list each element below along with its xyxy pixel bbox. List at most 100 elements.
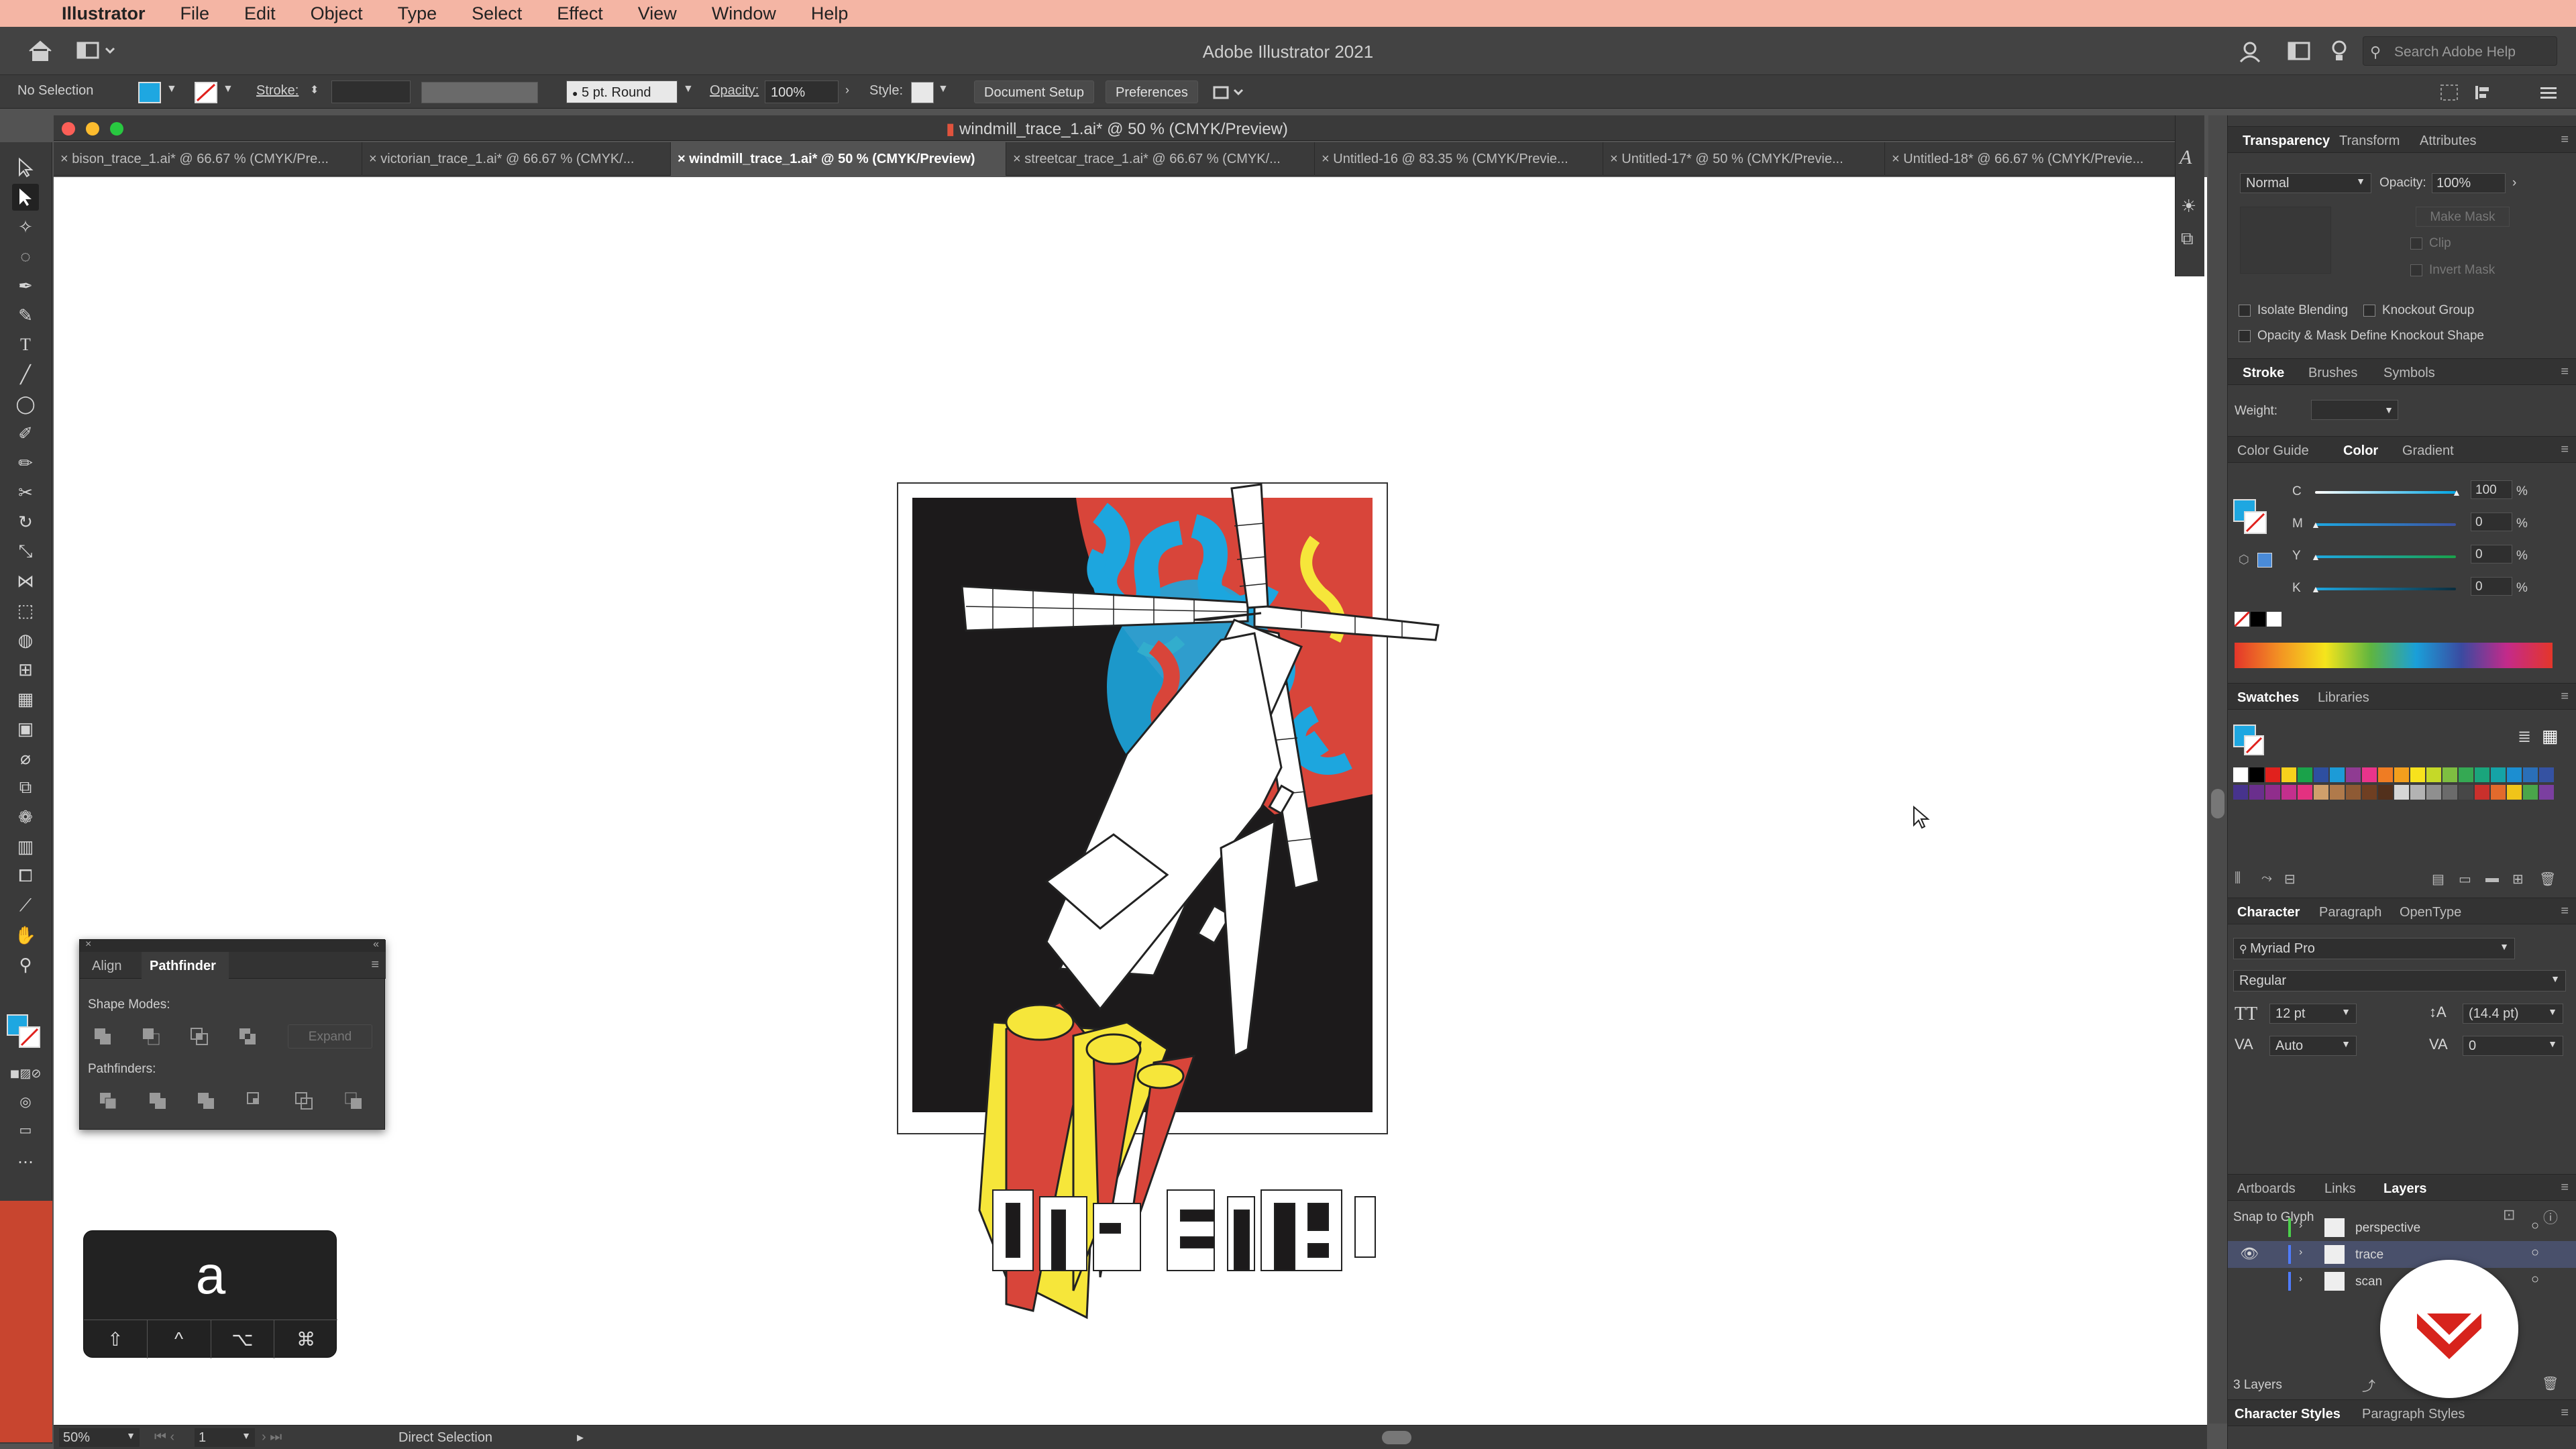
opacity-label[interactable]: Opacity: <box>710 83 759 99</box>
tab-character[interactable]: Character <box>2237 905 2300 920</box>
horizontal-scroll-thumb[interactable] <box>1382 1431 1411 1444</box>
type-tool-icon[interactable]: T <box>12 331 39 358</box>
color-menu-icon[interactable]: ≡ <box>2561 442 2569 458</box>
edit-toolbar-icon[interactable]: ⋯ <box>12 1148 39 1175</box>
layers-menu-icon[interactable]: ≡ <box>2561 1180 2569 1195</box>
menu-type[interactable]: Type <box>398 3 437 24</box>
stroke-menu-icon[interactable]: ≡ <box>2561 364 2569 380</box>
artboard-tool-icon[interactable]: ⧠ <box>12 863 39 890</box>
tracking-field[interactable]: 0 ▼ <box>2463 1036 2563 1056</box>
divide-icon[interactable] <box>99 1091 119 1112</box>
layer-expand-icon[interactable]: › <box>2299 1220 2302 1232</box>
color-swatch[interactable] <box>2346 767 2361 782</box>
styles-menu-icon[interactable]: ≡ <box>2561 1405 2569 1421</box>
knockout-group-checkbox[interactable] <box>2363 305 2375 317</box>
menu-view[interactable]: View <box>638 3 677 24</box>
opacity-flyout-icon[interactable]: › <box>2512 176 2516 191</box>
brush-dropdown-icon[interactable]: ▼ <box>683 83 694 95</box>
hand-tool-icon[interactable]: ✋ <box>12 922 39 949</box>
color-swatch[interactable] <box>2362 767 2377 782</box>
font-size-field[interactable]: 12 pt ▼ <box>2269 1004 2357 1024</box>
swatch-options-icon[interactable]: ▤ <box>2432 871 2445 888</box>
delete-layer-icon[interactable]: 🗑 <box>2542 1375 2559 1392</box>
vertical-scroll-thumb[interactable] <box>2211 789 2224 818</box>
character-panel-icon[interactable]: A <box>2180 146 2192 169</box>
color-swatch[interactable] <box>2539 767 2554 782</box>
opacity-arrow-icon[interactable]: › <box>845 83 849 97</box>
color-swatch[interactable] <box>2410 785 2425 800</box>
tab-untitled-17[interactable]: × Untitled-17* @ 50 % (CMYK/Previe... <box>1603 142 1885 176</box>
color-swatch[interactable] <box>2249 785 2264 800</box>
tab-close-icon[interactable]: × <box>1610 152 1621 166</box>
menu-app-name[interactable]: Illustrator <box>62 3 146 24</box>
zoom-level-field[interactable]: 50% ▼ <box>59 1428 140 1447</box>
layer-visibility-eye-icon[interactable]: 👁 <box>2240 1245 2259 1263</box>
color-swatch[interactable] <box>2426 785 2441 800</box>
tab-close-icon[interactable]: × <box>678 152 689 166</box>
tab-close-icon[interactable]: × <box>1322 152 1333 166</box>
color-swatch[interactable] <box>2507 767 2522 782</box>
black-value-field[interactable]: 0 <box>2471 577 2512 596</box>
fill-dropdown-icon[interactable]: ▼ <box>166 83 177 95</box>
yellow-value-field[interactable]: 0 <box>2471 545 2512 564</box>
toolbar-stroke-swatch[interactable] <box>19 1026 40 1048</box>
menu-effect[interactable]: Effect <box>557 3 603 24</box>
menu-edit[interactable]: Edit <box>244 3 276 24</box>
cyan-value-field[interactable]: 100 <box>2471 480 2512 499</box>
color-swatch[interactable] <box>2233 767 2248 782</box>
selection-tool-icon[interactable] <box>12 154 39 181</box>
color-swatch[interactable] <box>2443 767 2457 782</box>
tab-color[interactable]: Color <box>2343 443 2378 459</box>
out-of-gamut-icon[interactable]: ⬡ <box>2239 553 2249 567</box>
white-color-swatch[interactable] <box>2267 612 2282 627</box>
tab-windmill[interactable]: × windmill_trace_1.ai* @ 50 % (CMYK/Prev… <box>671 142 1006 176</box>
lightbulb-icon[interactable] <box>2329 39 2349 63</box>
paintbrush-tool-icon[interactable]: ✐ <box>12 420 39 447</box>
color-swatch[interactable] <box>2475 785 2489 800</box>
menu-help[interactable]: Help <box>811 3 849 24</box>
swatch-kind-icon[interactable]: ⊟ <box>2284 871 2296 888</box>
arrange-documents-icon[interactable] <box>2288 40 2310 62</box>
brush-definition-field[interactable]: ● 5 pt. Round <box>566 80 678 103</box>
free-transform-tool-icon[interactable]: ⬚ <box>12 597 39 624</box>
transparency-opacity-field[interactable]: 100% <box>2432 173 2506 193</box>
layer-row-perspective[interactable]: › perspective ○ <box>2228 1214 2576 1241</box>
align-options-icon[interactable] <box>2473 83 2500 102</box>
stroke-color-swatch[interactable] <box>195 82 217 103</box>
color-swatch[interactable] <box>2459 767 2473 782</box>
menu-window[interactable]: Window <box>712 3 776 24</box>
character-menu-icon[interactable]: ≡ <box>2561 904 2569 919</box>
variable-width-profile[interactable] <box>421 82 538 103</box>
crop-icon[interactable] <box>246 1091 266 1112</box>
preferences-button[interactable]: Preferences <box>1106 80 1198 103</box>
tab-layers[interactable]: Layers <box>2383 1181 2427 1197</box>
artboard-nav-next-icon[interactable]: › ⏭ <box>262 1430 282 1445</box>
intersect-icon[interactable] <box>190 1027 210 1047</box>
make-mask-button[interactable]: Make Mask <box>2416 207 2510 227</box>
color-swatch[interactable] <box>2410 767 2425 782</box>
stroke-dropdown-icon[interactable]: ▼ <box>223 83 233 95</box>
color-swatch[interactable] <box>2314 767 2328 782</box>
tab-libraries[interactable]: Libraries <box>2318 690 2369 706</box>
opacity-mask-knockout-checkbox[interactable] <box>2239 330 2251 342</box>
menu-select[interactable]: Select <box>472 3 522 24</box>
ellipse-tool-icon[interactable]: ◯ <box>12 390 39 417</box>
color-swatch[interactable] <box>2475 767 2489 782</box>
color-stroke-swatch[interactable] <box>2244 511 2267 534</box>
invert-mask-checkbox[interactable] <box>2410 264 2422 276</box>
tab-character-styles[interactable]: Character Styles <box>2235 1407 2341 1422</box>
tab-close-icon[interactable]: × <box>1013 152 1024 166</box>
color-swatch[interactable] <box>2443 785 2457 800</box>
status-arrow-icon[interactable]: ▸ <box>577 1429 584 1446</box>
color-swatch[interactable] <box>2330 767 2345 782</box>
tab-opentype[interactable]: OpenType <box>2400 905 2461 920</box>
color-swatch[interactable] <box>2282 785 2296 800</box>
tab-stroke[interactable]: Stroke <box>2243 366 2284 381</box>
stroke-stepper-icon[interactable]: ⬍ <box>310 83 319 97</box>
swatch-libraries-menu-icon[interactable]: ⫼ <box>2235 871 2241 886</box>
zoom-tool-icon[interactable]: ⚲ <box>12 951 39 978</box>
color-swatch[interactable] <box>2523 785 2538 800</box>
cyan-slider-thumb[interactable]: ▲ <box>2452 487 2461 498</box>
tab-align[interactable]: Align <box>92 959 121 974</box>
tab-pathfinder[interactable]: Pathfinder <box>142 952 229 979</box>
